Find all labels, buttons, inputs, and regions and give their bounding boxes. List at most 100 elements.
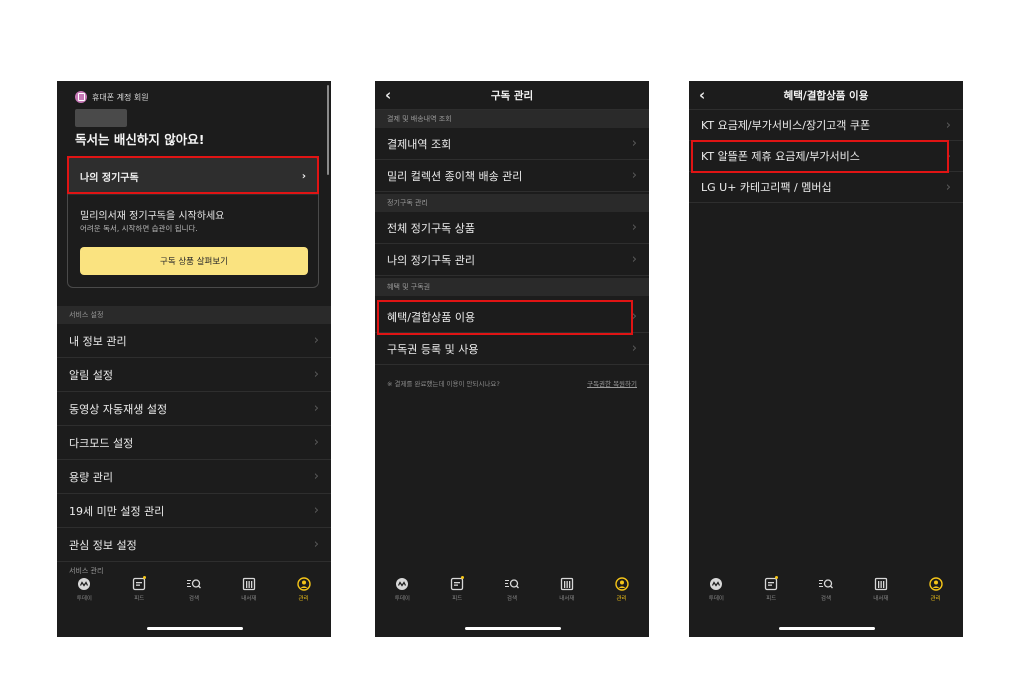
chevron-right-icon: ›: [301, 170, 306, 182]
nav-item-profile[interactable]: 관리: [602, 577, 642, 602]
library-icon: [873, 577, 889, 591]
menu-item-label: 혜택/결합상품 이용: [387, 310, 476, 324]
nav-label: 관리: [616, 596, 627, 602]
account-type-label: 휴대폰 계정 회원: [92, 92, 149, 102]
nav-label: 피드: [134, 596, 145, 602]
home-indicator: [147, 627, 243, 630]
nav-item-feed[interactable]: 피드: [119, 576, 159, 602]
menu-item-all-subscriptions[interactable]: 전체 정기구독 상품 ›: [375, 212, 649, 244]
back-arrow-icon[interactable]: ‹: [699, 86, 705, 104]
page-headline: 독서는 배신하지 않아요!: [75, 132, 205, 147]
menu-item-label: 결제내역 조회: [387, 137, 452, 151]
profile-icon: [296, 577, 312, 591]
bottom-nav: 투데이 피드 검색 내서재 관리: [375, 576, 649, 617]
menu-item-voucher[interactable]: 구독권 등록 및 사용 ›: [375, 333, 649, 365]
chevron-right-icon: ›: [945, 179, 951, 195]
bottom-nav: 투데이 피드 검색 내서재 관리: [689, 576, 963, 617]
menu-item-lgu-pack[interactable]: LG U+ 카테고리팩 / 멤버십 ›: [689, 172, 963, 203]
menu-item-my-subscription[interactable]: 나의 정기구독 관리 ›: [375, 244, 649, 276]
menu-item-payment-history[interactable]: 결제내역 조회 ›: [375, 128, 649, 160]
chevron-right-icon: ›: [631, 220, 637, 235]
feed-icon: [763, 577, 779, 591]
phone-account-icon: [75, 91, 87, 103]
nav-item-search[interactable]: 검색: [806, 577, 846, 602]
nav-label: 검색: [506, 596, 518, 602]
menu-item-label: 나의 정기구독 관리: [387, 253, 475, 267]
menu-item-under19[interactable]: 19세 미만 설정 관리 ›: [57, 494, 331, 528]
menu-item-label: 내 정보 관리: [69, 334, 127, 348]
menu-item-kt-plans[interactable]: KT 요금제/부가서비스/장기고객 쿠폰 ›: [689, 110, 963, 141]
nav-label: 검색: [188, 596, 200, 602]
nav-item-profile[interactable]: 관리: [284, 577, 324, 602]
chevron-right-icon: ›: [313, 333, 319, 348]
home-indicator: [779, 627, 875, 630]
nav-item-search[interactable]: 검색: [492, 577, 532, 602]
menu-item-label: 알림 설정: [69, 368, 113, 382]
browse-subscriptions-button[interactable]: 구독 상품 살펴보기: [80, 247, 308, 275]
chevron-right-icon: ›: [631, 136, 637, 151]
menu-item-book-delivery[interactable]: 밀리 컬렉션 종이책 배송 관리 ›: [375, 160, 649, 192]
bottom-nav: 투데이 피드 검색 내서재 관리: [57, 576, 331, 617]
my-subscription-row[interactable]: 나의 정기구독 ›: [68, 157, 318, 195]
section-header: 서비스 설정: [57, 306, 331, 324]
account-type: 휴대폰 계정 회원: [75, 91, 149, 103]
library-icon: [241, 577, 257, 591]
menu-item-interests[interactable]: 관심 정보 설정 ›: [57, 528, 331, 562]
nav-item-profile[interactable]: 관리: [916, 577, 956, 602]
menu-item-label: 구독권 등록 및 사용: [387, 342, 479, 356]
menu-item-label: 용량 관리: [69, 470, 113, 484]
today-icon: [394, 577, 410, 591]
profile-icon: [928, 577, 944, 591]
nav-item-feed[interactable]: 피드: [751, 576, 791, 602]
nav-label: 피드: [766, 596, 777, 602]
menu-item-video-autoplay[interactable]: 동영상 자동재생 설정 ›: [57, 392, 331, 426]
chevron-right-icon: ›: [945, 117, 951, 133]
nav-item-library[interactable]: 내서재: [861, 577, 901, 602]
menu-item-storage[interactable]: 용량 관리 ›: [57, 460, 331, 494]
section-header: 서비스 관리: [57, 565, 331, 577]
phone-screen-subscription-management: ‹ 구독 관리 결제 및 배송내역 조회 결제내역 조회 › 밀리 컬렉션 종이책…: [375, 81, 649, 637]
feed-icon: [449, 577, 465, 591]
nav-item-today[interactable]: 투데이: [382, 577, 422, 602]
section-header: 결제 및 배송내역 조회: [375, 110, 649, 128]
restore-permission-link[interactable]: 구독권한 복원하기: [587, 378, 637, 388]
nav-item-today[interactable]: 투데이: [64, 577, 104, 602]
menu-item-benefits-bundles[interactable]: 혜택/결합상품 이용 ›: [375, 301, 649, 333]
nav-item-library[interactable]: 내서재: [229, 577, 269, 602]
nav-label: 투데이: [708, 596, 724, 602]
nav-label: 검색: [820, 596, 832, 602]
menu-item-profile[interactable]: 내 정보 관리 ›: [57, 324, 331, 358]
nav-label: 투데이: [394, 596, 410, 602]
menu-item-label: 19세 미만 설정 관리: [69, 504, 165, 518]
nav-item-library[interactable]: 내서재: [547, 577, 587, 602]
chevron-right-icon: ›: [313, 435, 319, 450]
feed-icon: [131, 577, 147, 591]
nav-label: 관리: [298, 596, 309, 602]
nav-item-search[interactable]: 검색: [174, 577, 214, 602]
nav-label: 피드: [452, 596, 463, 602]
menu-item-label: KT 알뜰폰 제휴 요금제/부가서비스: [701, 150, 860, 163]
nav-label: 투데이: [76, 596, 92, 602]
menu-item-dark-mode[interactable]: 다크모드 설정 ›: [57, 426, 331, 460]
screen-header: ‹ 혜택/결합상품 이용: [689, 81, 963, 110]
subscription-card: 나의 정기구독 › 밀리의서재 정기구독을 시작하세요 어려운 독서, 시작하면…: [67, 156, 319, 288]
search-icon: [818, 577, 834, 591]
nav-label: 내서재: [559, 596, 575, 602]
nav-label: 관리: [930, 596, 941, 602]
menu-item-label: 관심 정보 설정: [69, 538, 137, 552]
screen-title: 구독 관리: [490, 89, 534, 102]
home-indicator: [465, 627, 561, 630]
payment-note: ※ 결제를 완료했는데 이용이 안되시나요?: [387, 380, 500, 388]
scrollbar[interactable]: [327, 85, 329, 175]
chevron-right-icon: ›: [313, 469, 319, 484]
search-icon: [186, 577, 202, 591]
menu-item-notifications[interactable]: 알림 설정 ›: [57, 358, 331, 392]
menu-item-kt-mvno[interactable]: KT 알뜰폰 제휴 요금제/부가서비스 ›: [689, 141, 963, 172]
back-arrow-icon[interactable]: ‹: [385, 86, 391, 104]
nav-item-feed[interactable]: 피드: [437, 576, 477, 602]
chevron-right-icon: ›: [313, 503, 319, 518]
menu-item-label: 동영상 자동재생 설정: [69, 402, 168, 416]
blurred-user-name: [75, 109, 127, 127]
nav-item-today[interactable]: 투데이: [696, 577, 736, 602]
section-header: 정기구독 관리: [375, 194, 649, 212]
